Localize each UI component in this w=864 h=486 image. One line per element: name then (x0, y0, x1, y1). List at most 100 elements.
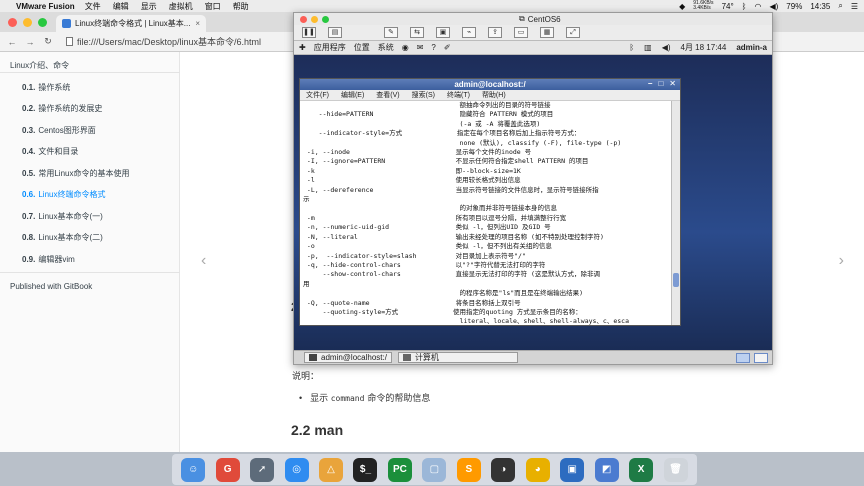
display-icon[interactable]: ▭ (514, 27, 528, 38)
published-with-gitbook-link[interactable]: Published with GitBook (10, 282, 92, 291)
sidebar-item-basic-commands-2[interactable]: 0.8. Linux基本命令(二) (22, 232, 103, 243)
chrome-icon[interactable]: ◕ (525, 457, 550, 482)
excel-icon[interactable]: X (629, 457, 654, 482)
taskbar-computer[interactable]: 计算机 (397, 352, 518, 363)
notes-icon[interactable]: ✐ (444, 43, 451, 52)
workspace-1[interactable] (736, 352, 750, 363)
terminal-minimize-icon[interactable]: – (648, 79, 652, 88)
terminal-menu-file[interactable]: 文件(F) (306, 90, 329, 100)
apps-menu-icon[interactable]: ✚ (299, 43, 306, 52)
finder-icon[interactable]: ☺ (181, 457, 206, 482)
menu-help[interactable]: 帮助 (233, 1, 249, 12)
disk-icon[interactable]: ▣ (436, 27, 450, 38)
close-window-icon[interactable] (8, 18, 17, 27)
sidebar-item-common-commands[interactable]: 0.5. 常用Linux命令的基本使用 (22, 168, 129, 179)
prev-page-icon[interactable]: ‹ (201, 252, 206, 270)
url-text: file:///Users/mac/Desktop/linux基本命令/6.ht… (77, 37, 262, 47)
obs-icon[interactable]: ◑ (491, 457, 516, 482)
terminal-menu-help[interactable]: 帮助(H) (482, 90, 506, 100)
network-adapter-icon[interactable]: ⇆ (410, 27, 424, 38)
workspace-2[interactable] (754, 352, 768, 363)
clock[interactable]: 14:35 (810, 2, 830, 11)
safari-icon[interactable]: ◎ (284, 457, 309, 482)
taskbar-terminal[interactable]: admin@localhost:/ (304, 352, 392, 363)
sidebar-item-centos-gui[interactable]: 0.3. Centos图形界面 (22, 125, 96, 136)
zoom-window-icon[interactable] (38, 18, 47, 27)
system-menu[interactable]: 系统 (378, 42, 394, 53)
url-field[interactable]: file:///Users/mac/Desktop/linux基本命令/6.ht… (66, 35, 261, 48)
terminal-window: admin@localhost:/ – □ ✕ 文件(F) 编辑(E) 查看(V… (299, 78, 681, 326)
trash-icon[interactable]: 🗑 (663, 457, 688, 482)
panel-clock[interactable]: 4月 18 17:44 (681, 42, 727, 53)
browser-tab[interactable]: Linux终端命令格式 | Linux基本... × (56, 15, 206, 32)
usb-icon[interactable]: ⌁ (462, 27, 476, 38)
terminal-output[interactable]: 额抽命令列出的目录的符号链接 --hide=PATTERN 隐藏符合 PATTE… (300, 101, 672, 325)
terminal-scrollbar[interactable] (671, 101, 680, 325)
fullscreen-icon[interactable]: ⤢ (566, 27, 580, 38)
volume-icon[interactable]: ◀) (769, 2, 778, 11)
preview-icon[interactable]: ▢ (422, 457, 447, 482)
menu-file[interactable]: 文件 (85, 1, 101, 12)
settings-icon[interactable]: ✎ (384, 27, 398, 38)
sidebar-item-os[interactable]: 0.1. 操作系统 (22, 82, 70, 93)
sidebar-item-vim[interactable]: 0.9. 编辑器vim (22, 254, 75, 265)
app-menu-vmware[interactable]: VMware Fusion (16, 2, 75, 11)
menu-vm[interactable]: 虚拟机 (169, 1, 193, 12)
tab-title: Linux终端命令格式 | Linux基本... (75, 19, 191, 28)
sidebar-item-terminal-format[interactable]: 0.6. Linux终端命令格式 (22, 189, 105, 200)
snapshot-icon[interactable]: ▤ (328, 27, 342, 38)
terminal-line: -k 即--block-size=1K (303, 166, 521, 175)
vm-zoom-icon[interactable] (322, 15, 329, 23)
reload-icon[interactable]: ↻ (42, 36, 54, 47)
back-icon[interactable]: ← (6, 37, 18, 47)
battery-percent[interactable]: 79% (786, 2, 802, 11)
places-menu[interactable]: 位置 (354, 42, 370, 53)
close-tab-icon[interactable]: × (195, 19, 200, 28)
menu-list-icon[interactable]: ☰ (851, 2, 858, 11)
bluetooth-icon[interactable]: ᛒ (742, 2, 747, 11)
network-applet-icon[interactable]: ▥ (644, 43, 652, 52)
sharing-icon[interactable]: ⇪ (488, 27, 502, 38)
pycharm-icon[interactable]: PC (387, 457, 412, 482)
terminal-line: 的对象而并非符号链接本身的信息 (303, 204, 558, 213)
sidebar-item-files-dirs[interactable]: 0.4. 文件和目录 (22, 146, 78, 157)
bluetooth-applet-icon[interactable]: ᛒ (629, 43, 634, 52)
terminal-line: 的程序名称是"ls"而且是在终端输出结果) (303, 289, 584, 298)
firefox-icon[interactable]: ◉ (402, 43, 409, 52)
terminal-menu-view[interactable]: 查看(V) (376, 90, 399, 100)
next-page-icon[interactable]: › (839, 252, 844, 270)
sidebar-header[interactable]: Linux介绍、命令 (10, 60, 69, 71)
help-icon[interactable]: ? (431, 43, 435, 52)
sidebar-item-os-history[interactable]: 0.2. 操作系统的发展史 (22, 103, 102, 114)
menu-view[interactable]: 显示 (141, 1, 157, 12)
vmware-icon[interactable]: ▣ (560, 457, 585, 482)
forward-icon[interactable]: → (24, 37, 36, 47)
sublime-icon[interactable]: S (456, 457, 481, 482)
terminal-close-icon[interactable]: ✕ (669, 79, 676, 88)
terminal-icon[interactable]: $_ (353, 457, 378, 482)
vm-minimize-icon[interactable] (311, 15, 318, 23)
launchpad-icon[interactable]: ➚ (250, 457, 275, 482)
terminal-menu-edit[interactable]: 编辑(E) (341, 90, 364, 100)
search-icon[interactable]: ⌕ (838, 1, 842, 11)
vim-icon[interactable]: △ (319, 457, 344, 482)
vm-close-icon[interactable] (300, 15, 307, 23)
virtualbox-icon[interactable]: ◩ (594, 457, 619, 482)
menu-window[interactable]: 窗口 (205, 1, 221, 12)
sidebar-item-basic-commands-1[interactable]: 0.7. Linux基本命令(一) (22, 211, 103, 222)
menu-edit[interactable]: 编辑 (113, 1, 129, 12)
panel-user[interactable]: admin-a (736, 43, 767, 52)
terminal-menu-search[interactable]: 搜索(S) (412, 90, 435, 100)
minimize-window-icon[interactable] (23, 18, 32, 27)
terminal-maximize-icon[interactable]: □ (658, 79, 663, 88)
scrollbar-thumb[interactable] (673, 273, 679, 287)
apps-menu[interactable]: 应用程序 (314, 42, 346, 53)
dropbox-icon[interactable]: ◆ (679, 2, 685, 11)
volume-applet-icon[interactable]: ◀) (662, 43, 671, 52)
gitkraken-icon[interactable]: G (215, 457, 240, 482)
wifi-icon[interactable]: ◠ (754, 2, 761, 11)
pause-icon[interactable]: ❚❚ (302, 27, 316, 38)
mail-icon[interactable]: ✉ (417, 43, 424, 52)
terminal-menu-terminal[interactable]: 终端(T) (447, 90, 470, 100)
unity-icon[interactable]: ▦ (540, 27, 554, 38)
